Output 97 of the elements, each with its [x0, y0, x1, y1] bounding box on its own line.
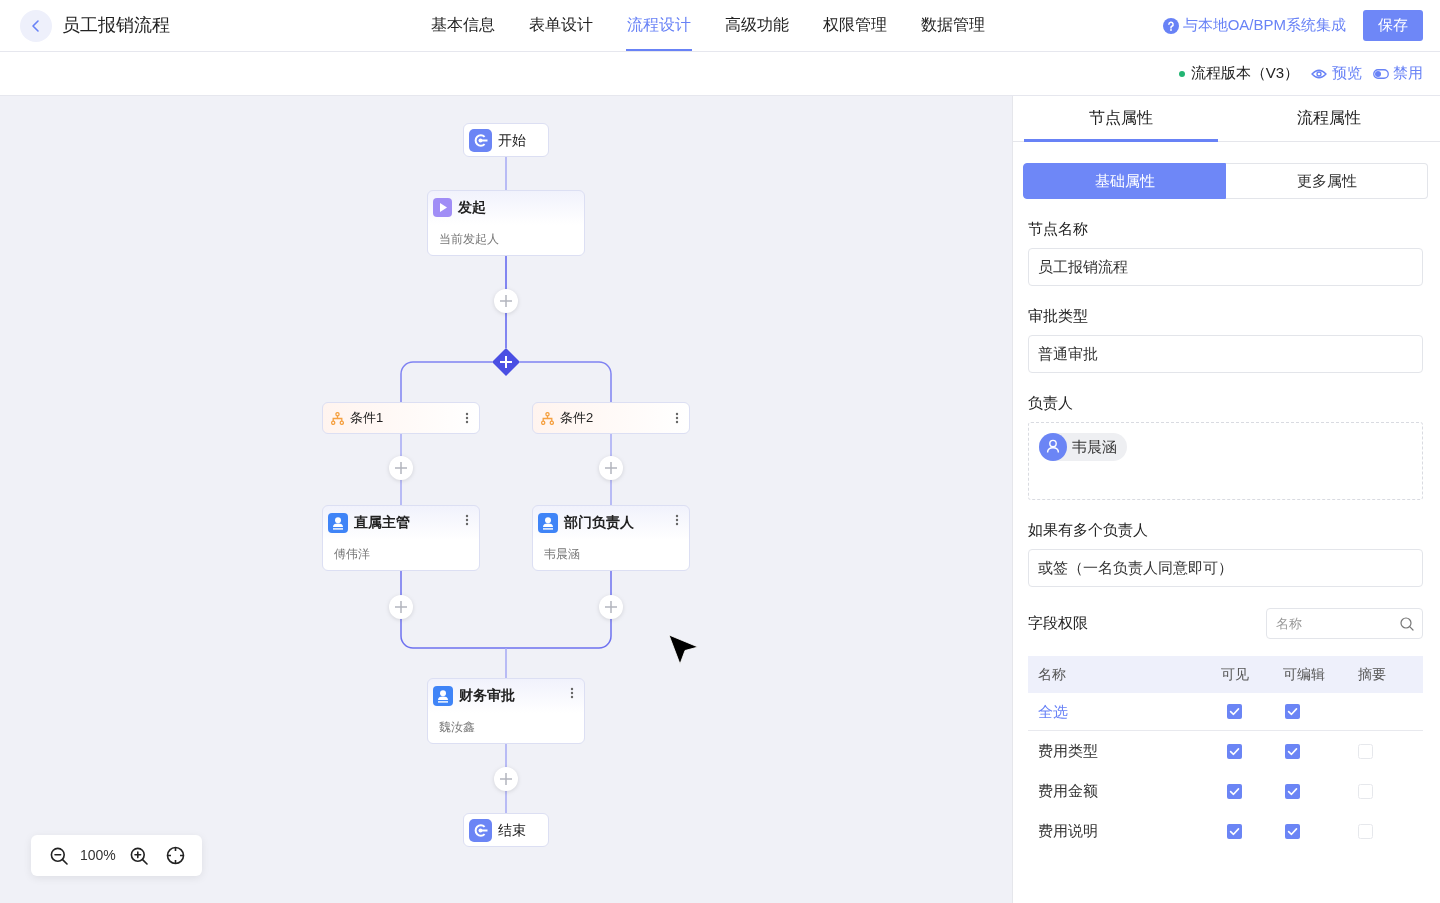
field-name: 费用类型 — [1038, 742, 1098, 759]
input-field[interactable]: 或签（一名负责人同意即可） — [1028, 549, 1423, 587]
nav-tab[interactable]: 流程设计 — [626, 0, 692, 51]
crosshair-icon[interactable] — [165, 846, 185, 865]
toggle-icon[interactable] — [1373, 68, 1389, 79]
node-title: 结束 — [498, 820, 526, 840]
approver-node[interactable]: 部门负责人 韦晨涵 — [532, 505, 690, 571]
panel-tab[interactable]: 流程属性 — [1218, 96, 1440, 142]
zoom-in-icon[interactable] — [129, 846, 148, 865]
add-node-icon[interactable] — [494, 289, 518, 313]
more-icon[interactable] — [675, 412, 679, 424]
approver-node[interactable]: 直属主管 傅伟洋 — [322, 505, 480, 571]
version-label: 流程版本（V3） — [1190, 63, 1299, 84]
checkbox[interactable] — [1358, 823, 1373, 839]
checkbox[interactable] — [1285, 783, 1300, 799]
checkbox[interactable] — [1358, 743, 1373, 759]
help-icon[interactable] — [1162, 17, 1179, 34]
status-dot-icon — [1178, 70, 1185, 77]
start-end-icon — [469, 818, 492, 842]
condition-node[interactable]: 条件2 — [532, 402, 690, 434]
column-header: 可见 — [1220, 665, 1250, 684]
more-icon[interactable] — [465, 412, 469, 424]
chevron-left-icon[interactable] — [31, 18, 41, 33]
cursor-icon — [668, 634, 699, 665]
more-icon[interactable] — [465, 514, 469, 526]
checkbox[interactable] — [1227, 704, 1242, 719]
disable-toggle[interactable]: 禁用 — [1373, 62, 1423, 85]
nav-tab[interactable]: 表单设计 — [528, 0, 594, 51]
zoom-level: 100% — [80, 846, 116, 865]
checkbox[interactable] — [1227, 743, 1242, 759]
approver-node[interactable]: 财务审批 魏汝鑫 — [427, 678, 585, 744]
more-icon[interactable] — [570, 687, 574, 699]
eye-icon[interactable] — [1311, 67, 1327, 80]
checkbox[interactable] — [1227, 823, 1242, 839]
input-field[interactable]: 普通审批 — [1028, 335, 1423, 373]
column-header: 可编辑 — [1282, 665, 1326, 684]
condition-node[interactable]: 条件1 — [322, 402, 480, 434]
checkbox[interactable] — [1285, 823, 1300, 839]
field-name: 费用说明 — [1038, 822, 1098, 839]
column-header: 摘要 — [1357, 665, 1387, 684]
people-field[interactable]: 韦晨涵 — [1028, 422, 1423, 500]
connector-line — [505, 156, 507, 191]
person-chip[interactable]: 韦晨涵 — [1039, 433, 1127, 461]
nav-tab[interactable]: 高级功能 — [724, 0, 790, 51]
start-end-icon — [469, 128, 492, 152]
person-icon — [328, 512, 348, 533]
add-node-icon[interactable] — [389, 595, 413, 619]
node-title: 条件1 — [350, 409, 384, 428]
back-button[interactable] — [20, 9, 52, 42]
branch-icon — [541, 411, 554, 425]
node-title: 部门负责人 — [564, 513, 634, 532]
segment-tab[interactable]: 更多属性 — [1226, 163, 1428, 199]
add-node-icon[interactable] — [599, 595, 623, 619]
nav-tab[interactable]: 基本信息 — [430, 0, 496, 51]
diamond-plus-icon[interactable] — [492, 348, 520, 376]
node-subtitle: 当前发起人 — [439, 231, 499, 248]
node-title: 条件2 — [560, 409, 594, 428]
field-label: 负责人 — [1028, 393, 1074, 413]
avatar-icon — [1039, 433, 1067, 461]
node-subtitle: 傅伟洋 — [334, 546, 370, 563]
search-field[interactable]: 名称 — [1266, 608, 1423, 639]
person-icon — [538, 512, 558, 533]
preview-link[interactable]: 预览 — [1311, 62, 1362, 85]
panel-tab[interactable]: 节点属性 — [1024, 96, 1218, 142]
section-title: 字段权限 — [1028, 613, 1088, 634]
field-name: 费用金额 — [1038, 782, 1098, 799]
select-all-link[interactable]: 全选 — [1038, 702, 1068, 720]
page-title: 员工报销流程 — [62, 14, 170, 37]
add-node-icon[interactable] — [599, 456, 623, 480]
zoom-out-icon[interactable] — [50, 846, 68, 865]
checkbox[interactable] — [1285, 743, 1300, 759]
add-node-icon[interactable] — [389, 456, 413, 480]
node-title: 财务审批 — [459, 686, 515, 705]
integration-link[interactable]: 与本地OA/BPM系统集成 — [1162, 14, 1346, 37]
person-name: 韦晨涵 — [1072, 436, 1117, 457]
nav-tab[interactable]: 数据管理 — [920, 0, 986, 51]
add-node-icon[interactable] — [494, 767, 518, 791]
checkbox[interactable] — [1285, 704, 1300, 719]
nav-tab[interactable]: 权限管理 — [822, 0, 888, 51]
person-icon — [433, 685, 453, 706]
branch-icon — [331, 411, 344, 425]
field-label: 审批类型 — [1028, 306, 1089, 326]
node-title: 开始 — [498, 130, 526, 150]
input-field[interactable]: 员工报销流程 — [1028, 248, 1423, 286]
checkbox[interactable] — [1227, 783, 1242, 799]
initiator-node[interactable]: 发起 当前发起人 — [427, 190, 585, 256]
node-title: 发起 — [458, 198, 486, 217]
column-header: 名称 — [1037, 665, 1067, 684]
field-label: 节点名称 — [1028, 219, 1089, 239]
node-title: 直属主管 — [354, 513, 410, 532]
node-subtitle: 魏汝鑫 — [439, 719, 475, 736]
search-icon[interactable] — [1400, 617, 1414, 631]
checkbox[interactable] — [1358, 783, 1373, 799]
more-icon[interactable] — [675, 514, 679, 526]
field-label: 如果有多个负责人 — [1028, 520, 1149, 540]
play-icon — [433, 198, 452, 217]
node-subtitle: 韦晨涵 — [544, 546, 580, 563]
